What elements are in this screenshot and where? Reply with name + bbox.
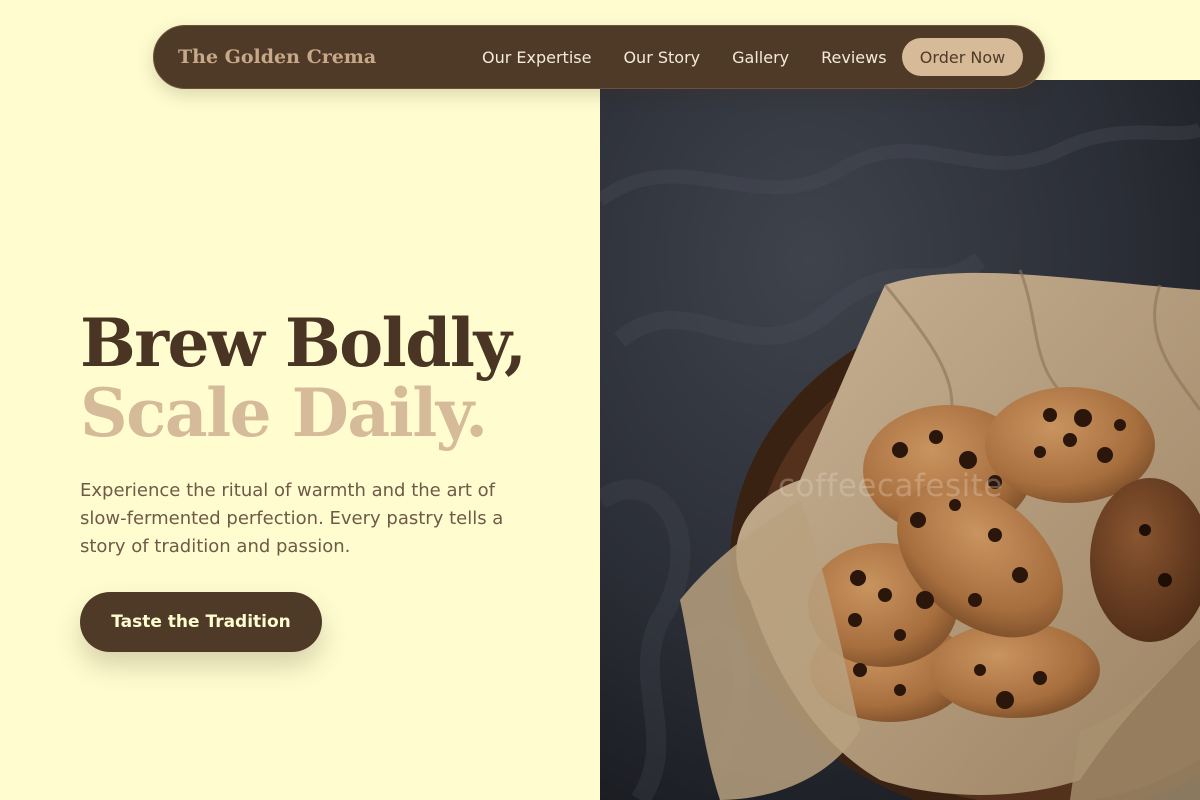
- hero-description: Experience the ritual of warmth and the …: [80, 480, 504, 557]
- nav-links: Our Expertise Our Story Gallery Reviews: [482, 26, 919, 88]
- brand-logo[interactable]: The Golden Crema: [178, 46, 376, 68]
- order-now-button[interactable]: Order Now: [902, 38, 1023, 76]
- hero-headline: Brew Boldly, Scale Daily.: [80, 304, 527, 452]
- nav-link-our-expertise[interactable]: Our Expertise: [482, 48, 591, 67]
- hero-image: coffeecafesite: [600, 80, 1200, 800]
- navbar: The Golden Crema Our Expertise Our Story…: [153, 25, 1045, 89]
- nav-link-our-story[interactable]: Our Story: [623, 48, 700, 67]
- nav-link-gallery[interactable]: Gallery: [732, 48, 789, 67]
- cookies-illustration: [600, 80, 1200, 800]
- taste-the-tradition-button[interactable]: Taste the Tradition: [80, 592, 322, 652]
- nav-link-reviews[interactable]: Reviews: [821, 48, 886, 67]
- hero-headline-line2: Scale Daily.: [80, 374, 488, 452]
- image-watermark: coffeecafesite: [778, 468, 1003, 504]
- hero-headline-line1: Brew Boldly,: [80, 304, 527, 382]
- landing-page: The Golden Crema Our Expertise Our Story…: [0, 0, 1200, 800]
